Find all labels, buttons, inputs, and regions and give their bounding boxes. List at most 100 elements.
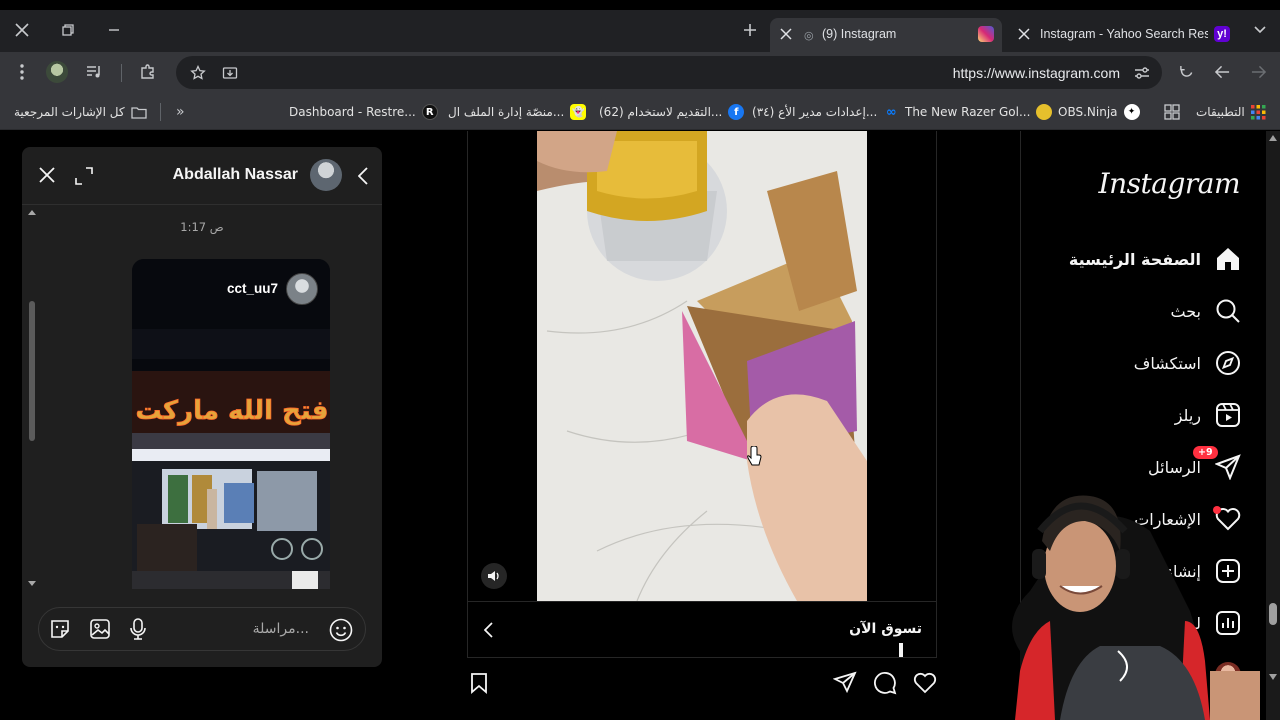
dashboard-icon bbox=[1215, 610, 1241, 636]
chat-contact-name[interactable]: Abdallah Nassar bbox=[173, 166, 298, 184]
nav-dashboard[interactable]: لوحة التحكم bbox=[1120, 608, 1241, 638]
profile-icon bbox=[1215, 662, 1241, 688]
heart-icon bbox=[1213, 506, 1241, 531]
url-text[interactable]: https://www.instagram.com bbox=[953, 65, 1120, 81]
address-bar[interactable]: https://www.instagram.com bbox=[176, 56, 1162, 89]
nav-label: الرسائل bbox=[1148, 457, 1201, 477]
tab-groups-icon[interactable] bbox=[1164, 104, 1180, 120]
media-control-icon[interactable] bbox=[80, 58, 108, 86]
notification-dot bbox=[1213, 506, 1221, 514]
nav-profile[interactable]: ملفي bbox=[1166, 660, 1241, 690]
message-timestamp: 1:17 ص bbox=[180, 220, 224, 234]
dm-panel: Abdallah Nassar 1:17 ص فتح الله ماركت cc… bbox=[22, 147, 382, 667]
nav-reels[interactable]: ريلز bbox=[1175, 400, 1241, 430]
menu-dots-icon[interactable] bbox=[8, 58, 36, 86]
new-tab-icon[interactable] bbox=[736, 16, 764, 44]
contact-avatar[interactable] bbox=[310, 159, 342, 191]
shop-now-label[interactable]: تسوق الآن bbox=[849, 621, 922, 637]
bookmarks-divider bbox=[160, 103, 161, 121]
messages-icon: +9 bbox=[1193, 446, 1241, 480]
tab-instagram[interactable]: ◎ (9) Instagram bbox=[770, 18, 1002, 52]
sticker-icon[interactable] bbox=[49, 618, 71, 640]
story-username[interactable]: cct_uu7 bbox=[227, 281, 278, 296]
bookmark-all-bookmarks[interactable]: كل الإشارات المرجعية bbox=[14, 102, 147, 122]
browser-tab-bar: ◎ (9) Instagram Instagram - Yahoo Search… bbox=[0, 0, 1280, 52]
message-input[interactable]: مراسلة... bbox=[253, 621, 309, 637]
post-actions bbox=[467, 664, 937, 700]
tab-yahoo-search[interactable]: Instagram - Yahoo Search Results y! bbox=[1010, 18, 1242, 52]
nav-label: بحث bbox=[1170, 301, 1202, 321]
bookmark-apps[interactable]: التطبيقات bbox=[1196, 102, 1266, 122]
cursor-hand-icon bbox=[745, 446, 763, 468]
bookmark-restream[interactable]: Dashboard - Restre... R bbox=[289, 102, 438, 122]
story-image: فتح الله ماركت bbox=[132, 259, 330, 589]
site-info-icon[interactable] bbox=[1128, 59, 1156, 87]
shop-now-bar[interactable]: تسوق الآن bbox=[467, 601, 937, 658]
nav-label: لوحة التحكم bbox=[1120, 613, 1201, 633]
story-user-avatar[interactable] bbox=[286, 273, 318, 305]
save-bookmark-icon[interactable] bbox=[469, 672, 489, 694]
nav-label: استكشاف bbox=[1133, 353, 1201, 373]
extensions-icon[interactable] bbox=[134, 58, 162, 86]
nav-explore[interactable]: استكشاف bbox=[1134, 348, 1241, 378]
more-bookmarks-chevron-icon[interactable]: » bbox=[176, 102, 185, 122]
comment-icon[interactable] bbox=[873, 671, 897, 695]
back-arrow-icon[interactable] bbox=[1208, 58, 1236, 86]
close-chat-icon[interactable] bbox=[38, 166, 56, 184]
reload-icon[interactable] bbox=[1172, 58, 1200, 86]
yahoo-icon: y! bbox=[1214, 26, 1230, 42]
nav-notifications[interactable]: الإشعارات bbox=[1134, 504, 1241, 534]
reels-icon bbox=[1215, 402, 1241, 428]
instagram-logo[interactable]: Instagram bbox=[1099, 167, 1241, 200]
instagram-page: Abdallah Nassar 1:17 ص فتح الله ماركت cc… bbox=[0, 131, 1280, 720]
share-send-icon[interactable] bbox=[833, 671, 857, 693]
restore-window-icon[interactable] bbox=[54, 16, 82, 44]
gallery-icon[interactable] bbox=[89, 618, 111, 640]
bookmark-label: منصّة إدارة الملف ال... bbox=[448, 105, 565, 119]
chevron-left-icon[interactable] bbox=[358, 167, 368, 185]
reel-video[interactable] bbox=[537, 131, 867, 601]
bookmark-razer[interactable]: The New Razer Gol... bbox=[905, 102, 1053, 122]
close-window-icon[interactable] bbox=[8, 16, 36, 44]
instagram-icon bbox=[978, 26, 994, 42]
create-icon bbox=[1215, 558, 1241, 584]
like-heart-icon[interactable] bbox=[913, 672, 937, 694]
profile-avatar-icon[interactable] bbox=[46, 61, 68, 83]
razer-icon bbox=[1036, 104, 1053, 120]
shared-story-card[interactable]: فتح الله ماركت cct_uu7 bbox=[132, 259, 330, 589]
nav-label: الإشعارات bbox=[1134, 509, 1201, 529]
nav-messages[interactable]: الرسائل +9 bbox=[1148, 446, 1241, 482]
install-app-icon[interactable] bbox=[216, 59, 244, 87]
instagram-sidebar: Instagram الصفحة الرئيسية بحث استكشاف ري… bbox=[1020, 131, 1265, 720]
home-icon bbox=[1215, 246, 1241, 272]
nav-search[interactable]: بحث bbox=[1171, 296, 1242, 326]
bookmark-obs-ninja[interactable]: OBS.Ninja ✦ bbox=[1058, 102, 1140, 122]
bookmark-meta[interactable]: (٣٤) إعدادات مدير الأع... ∞ bbox=[752, 102, 899, 122]
facebook-icon: f bbox=[728, 104, 745, 120]
microphone-icon[interactable] bbox=[129, 618, 147, 640]
tab-close-icon[interactable] bbox=[1018, 28, 1030, 40]
bookmark-label: التطبيقات bbox=[1196, 105, 1245, 119]
bookmark-label: Dashboard - Restre... bbox=[289, 105, 416, 119]
chevron-left-icon[interactable] bbox=[484, 622, 493, 638]
bookmark-snapchat[interactable]: منصّة إدارة الملف ال... 👻 bbox=[448, 102, 587, 122]
tab-close-icon[interactable] bbox=[780, 28, 792, 40]
nav-label: ملفي bbox=[1165, 665, 1201, 685]
nav-home[interactable]: الصفحة الرئيسية bbox=[1069, 244, 1241, 274]
bookmark-star-icon[interactable] bbox=[184, 59, 212, 87]
nav-create[interactable]: إنشاء bbox=[1165, 556, 1241, 586]
shop-sign-text: فتح الله ماركت bbox=[135, 396, 328, 426]
audio-playing-icon[interactable]: ◎ bbox=[804, 29, 814, 42]
chat-scrollbar[interactable] bbox=[26, 209, 38, 587]
mute-toggle-icon[interactable] bbox=[481, 563, 507, 589]
forward-arrow-icon[interactable] bbox=[1244, 58, 1272, 86]
emoji-icon[interactable] bbox=[329, 618, 353, 642]
message-composer[interactable]: مراسلة... bbox=[38, 607, 366, 651]
tab-search-chevron-icon[interactable] bbox=[1246, 16, 1274, 44]
bookmark-facebook[interactable]: (62) التقديم لاستخدام... f bbox=[599, 102, 745, 122]
minimize-window-icon[interactable] bbox=[100, 16, 128, 44]
messages-badge: +9 bbox=[1193, 446, 1218, 459]
expand-chat-icon[interactable] bbox=[75, 167, 93, 185]
bookmark-label: OBS.Ninja bbox=[1058, 105, 1118, 119]
page-scrollbar[interactable] bbox=[1266, 131, 1280, 720]
